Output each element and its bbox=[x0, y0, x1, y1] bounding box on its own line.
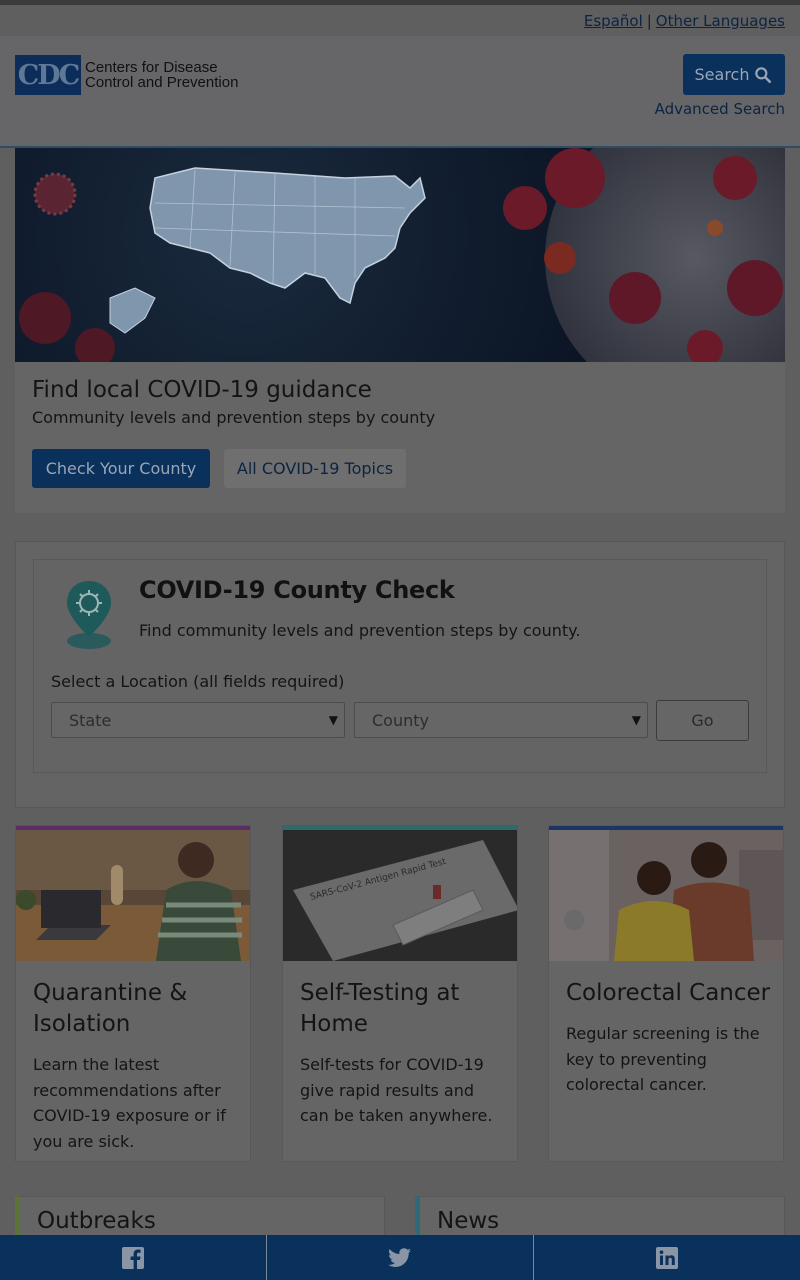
site-header: CDC Centers for Disease Control and Prev… bbox=[0, 36, 800, 148]
facebook-share-button[interactable] bbox=[0, 1235, 267, 1280]
twitter-icon bbox=[388, 1247, 411, 1267]
go-button[interactable]: Go bbox=[656, 700, 749, 741]
news-title: News bbox=[437, 1208, 500, 1234]
location-label: Select a Location (all fields required) bbox=[51, 672, 345, 691]
language-bar: Español | Other Languages bbox=[0, 5, 800, 36]
search-button[interactable]: Search bbox=[683, 54, 785, 95]
hero-subtitle: Community levels and prevention steps by… bbox=[32, 408, 436, 427]
card-title: Self-Testing at Home bbox=[300, 980, 460, 1037]
language-separator: | bbox=[646, 12, 652, 30]
chevron-down-icon: ▼ bbox=[631, 713, 641, 727]
state-select-value: State bbox=[69, 710, 112, 730]
language-links: Español | Other Languages bbox=[584, 12, 785, 30]
check-your-county-button[interactable]: Check Your County bbox=[32, 449, 210, 488]
hero-image bbox=[15, 148, 785, 362]
advanced-search-link[interactable]: Advanced Search bbox=[655, 100, 785, 118]
card-image bbox=[16, 830, 250, 961]
county-check-widget: COVID-19 County Check Find community lev… bbox=[15, 541, 785, 808]
outbreaks-title: Outbreaks bbox=[37, 1208, 156, 1234]
logo-line-1: Centers for Disease bbox=[85, 59, 218, 76]
espanol-link[interactable]: Español bbox=[584, 12, 643, 30]
card-image bbox=[549, 830, 783, 961]
card-title: Quarantine & Isolation bbox=[33, 980, 188, 1037]
card-description: Self-tests for COVID-19 give rapid resul… bbox=[300, 1055, 493, 1125]
card-description: Learn the latest recommendations after C… bbox=[33, 1055, 226, 1151]
social-share-bar bbox=[0, 1235, 800, 1280]
hero-banner: Find local COVID-19 guidance Community l… bbox=[15, 148, 785, 513]
county-select-value: County bbox=[372, 710, 429, 730]
location-pin-virus-icon bbox=[67, 581, 111, 649]
county-check-panel: COVID-19 County Check Find community lev… bbox=[33, 559, 767, 773]
search-icon bbox=[755, 66, 772, 83]
search-button-label: Search bbox=[694, 65, 750, 84]
other-languages-link[interactable]: Other Languages bbox=[656, 12, 785, 30]
twitter-share-button[interactable] bbox=[267, 1235, 534, 1280]
county-check-description: Find community levels and prevention ste… bbox=[139, 621, 581, 640]
chevron-down-icon: ▼ bbox=[328, 713, 338, 727]
hero-title: Find local COVID-19 guidance bbox=[32, 377, 372, 403]
card-title: Colorectal Cancer bbox=[566, 980, 771, 1006]
linkedin-share-button[interactable] bbox=[534, 1235, 800, 1280]
cdc-logo[interactable]: CDC Centers for Disease Control and Prev… bbox=[15, 55, 238, 95]
card-image: SARS-CoV-2 Antigen Rapid Test bbox=[283, 830, 517, 961]
state-select[interactable]: State ▼ bbox=[51, 702, 345, 738]
logo-mark: CDC bbox=[15, 55, 81, 95]
card-self-testing[interactable]: SARS-CoV-2 Antigen Rapid Test Self-Testi… bbox=[282, 825, 518, 1162]
facebook-icon bbox=[122, 1246, 144, 1269]
us-map-virus-illustration bbox=[19, 148, 785, 362]
card-description: Regular screening is the key to preventi… bbox=[566, 1024, 760, 1094]
all-covid-topics-button[interactable]: All COVID-19 Topics bbox=[224, 449, 406, 488]
linkedin-icon bbox=[656, 1246, 678, 1269]
county-check-title: COVID-19 County Check bbox=[139, 576, 455, 604]
card-colorectal-cancer[interactable]: Colorectal Cancer Regular screening is t… bbox=[548, 825, 784, 1162]
logo-line-2: Control and Prevention bbox=[85, 74, 239, 91]
card-quarantine-isolation[interactable]: Quarantine & Isolation Learn the latest … bbox=[15, 825, 251, 1162]
logo-wordmark: Centers for Disease Control and Preventi… bbox=[85, 60, 238, 90]
county-select[interactable]: County ▼ bbox=[354, 702, 648, 738]
